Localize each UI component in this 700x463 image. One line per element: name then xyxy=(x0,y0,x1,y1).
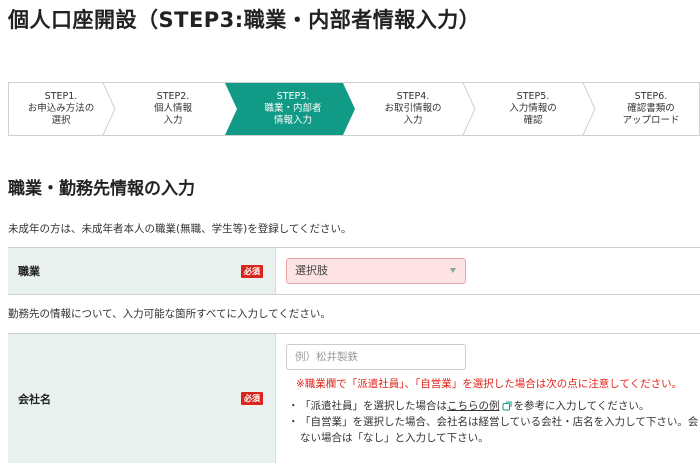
company-warning: ※職業欄で「派遣社員」、「自営業」を選択した場合は次の点に注意してください。 xyxy=(296,378,683,390)
step-1-label-line1: お申込み方法の xyxy=(27,103,95,114)
example-link[interactable]: こちらの例 xyxy=(447,400,500,412)
company-label-cell: 会社名 必須 xyxy=(8,334,276,463)
occupation-selected-value: 選択肢 xyxy=(295,264,328,277)
step-6-label-line1: 確認書類の xyxy=(627,103,675,114)
page-title: 個人口座開設（STEP3:職業・内部者情報入力） xyxy=(8,8,481,32)
occupation-select[interactable]: 選択肢 xyxy=(286,258,466,284)
bullet-mark: ・ xyxy=(288,400,299,412)
occupation-row: 職業 必須 選択肢 xyxy=(8,247,700,295)
workplace-note: 勤務先の情報について、入力可能な箇所すべてに入力してください。 xyxy=(8,308,331,320)
chevron-down-icon xyxy=(450,268,456,273)
step-3-label-line2: 情報入力 xyxy=(273,115,312,126)
step-3[interactable]: STEP3. 職業・内部者 情報入力 xyxy=(241,83,345,135)
company-label: 会社名 xyxy=(18,392,51,406)
step-4-number: STEP4. xyxy=(396,91,430,102)
section-title: 職業・勤務先情報の入力 xyxy=(8,179,195,199)
external-link-icon[interactable] xyxy=(502,401,512,411)
company-row: 会社名 必須 ※職業欄で「派遣社員」、「自営業」を選択した場合は次の点に注意して… xyxy=(8,333,700,463)
step-2-number: STEP2. xyxy=(156,91,190,102)
step-5-number: STEP5. xyxy=(516,91,550,102)
step-1[interactable]: STEP1. お申込み方法の 選択 xyxy=(9,83,113,135)
list-item: ・ 「派遣社員」を選択した場合はこちらの例 を参考に入力してください。 xyxy=(286,398,698,414)
company-value-cell: ※職業欄で「派遣社員」、「自営業」を選択した場合は次の点に注意してください。 ・… xyxy=(276,334,700,463)
occupation-label: 職業 xyxy=(18,265,40,278)
company-name-input[interactable] xyxy=(286,344,466,370)
minor-note: 未成年の方は、未成年者本人の職業(無職、学生等)を登録してください。 xyxy=(8,223,352,235)
bullet1-text-before: 「派遣社員」を選択した場合は xyxy=(300,400,447,412)
list-item: ない場合は「なし」と入力して下さい。 xyxy=(286,430,698,446)
occupation-label-cell: 職業 必須 xyxy=(8,248,276,294)
step-2-label-line2: 入力 xyxy=(163,115,183,126)
bullet1-text-after: を参考に入力してください。 xyxy=(513,400,650,412)
step-6-number: STEP6. xyxy=(634,91,668,102)
step-5-label-line2: 確認 xyxy=(523,115,543,126)
step-3-label-line1: 職業・内部者 xyxy=(264,103,322,114)
list-item: ・ 「自営業」を選択した場合、会社名は経営している会社・店名を入力して下さい。会 xyxy=(286,414,698,430)
step-progress-bar: STEP1. お申込み方法の 選択 STEP2. 個人情報 入力 STEP3. … xyxy=(8,82,700,136)
bullet-mark: ・ xyxy=(288,416,299,428)
required-badge: 必須 xyxy=(241,392,263,405)
step-4-label-line2: 入力 xyxy=(403,115,423,126)
step-1-number: STEP1. xyxy=(44,91,78,102)
step-2-label-line1: 個人情報 xyxy=(153,103,192,114)
bullet2-line1: 「自営業」を選択した場合、会社名は経営している会社・店名を入力して下さい。会 xyxy=(300,416,699,428)
step-6[interactable]: STEP6. 確認書類の アップロード xyxy=(599,83,700,135)
step-6-label-line2: アップロード xyxy=(622,115,680,126)
bullet2-line2: ない場合は「なし」と入力して下さい。 xyxy=(300,432,489,444)
step-2[interactable]: STEP2. 個人情報 入力 xyxy=(121,83,225,135)
step-5[interactable]: STEP5. 入力情報の 確認 xyxy=(481,83,585,135)
step-4-label-line1: お取引情報の xyxy=(384,103,442,114)
occupation-value-cell: 選択肢 xyxy=(276,248,700,294)
step-4[interactable]: STEP4. お取引情報の 入力 xyxy=(361,83,465,135)
company-instructions: ・ 「派遣社員」を選択した場合はこちらの例 を参考に入力してください。 ・ 「自営… xyxy=(286,398,698,446)
step-5-label-line1: 入力情報の xyxy=(509,103,557,114)
step-1-label-line2: 選択 xyxy=(51,115,71,126)
step-3-number: STEP3. xyxy=(276,91,310,102)
required-badge: 必須 xyxy=(241,264,263,278)
